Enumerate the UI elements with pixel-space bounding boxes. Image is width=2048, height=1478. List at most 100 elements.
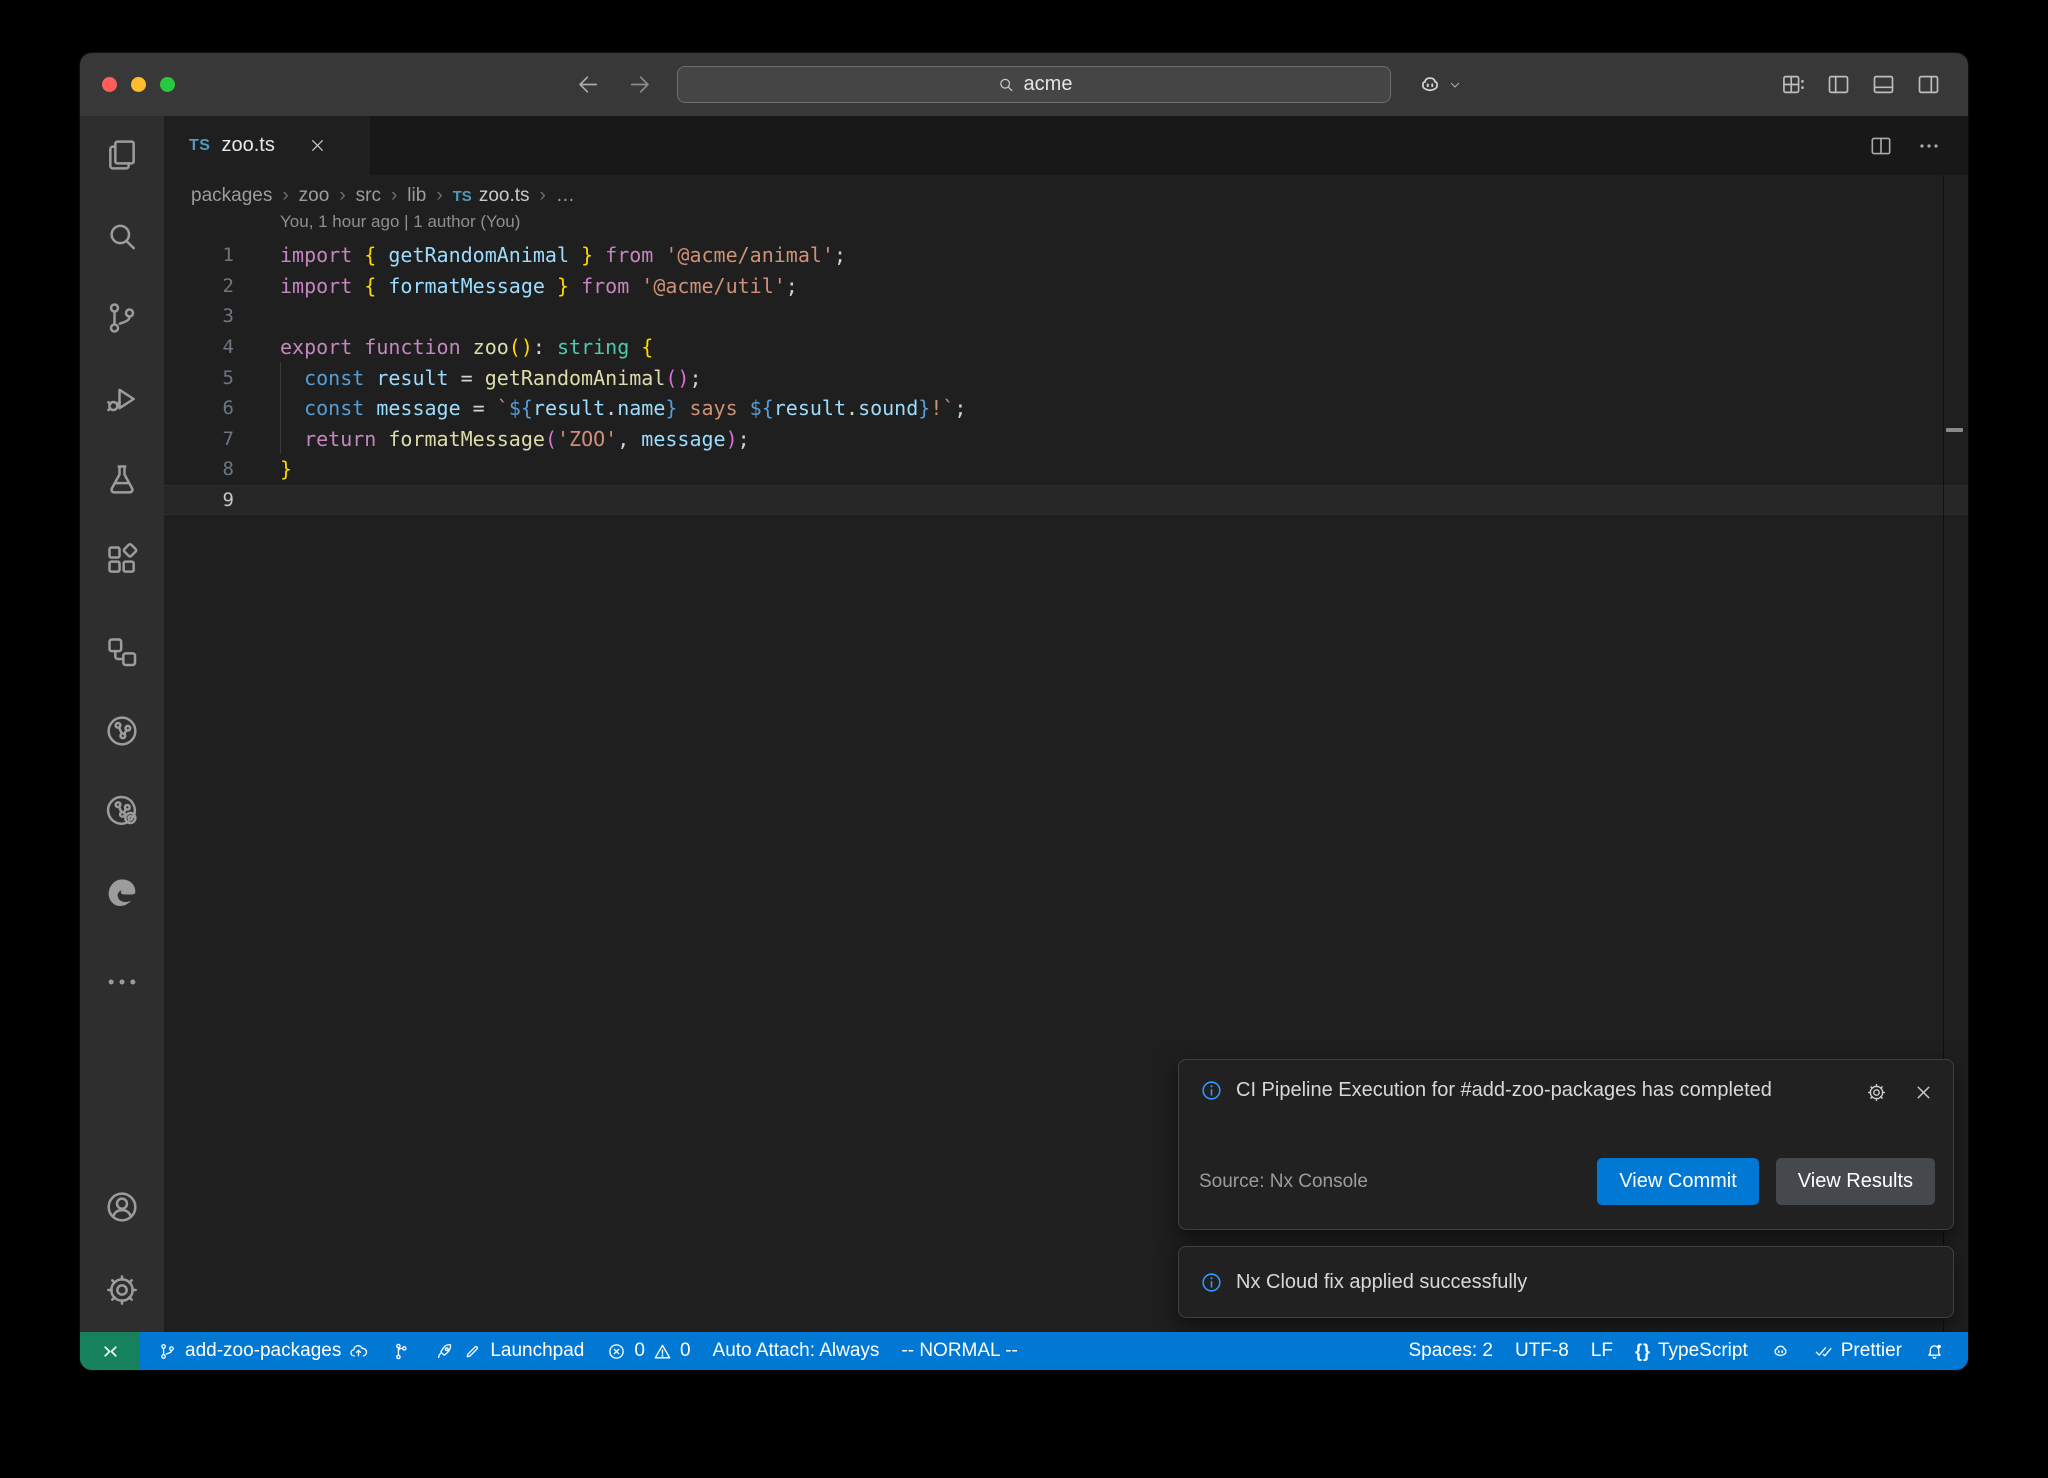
warning-triangle-icon bbox=[652, 1341, 673, 1362]
view-results-button[interactable]: View Results bbox=[1776, 1158, 1935, 1205]
breadcrumb-item[interactable]: lib bbox=[407, 185, 426, 207]
breadcrumb-item[interactable]: zoo bbox=[299, 185, 330, 207]
code-line[interactable]: 8} bbox=[164, 454, 1968, 485]
status-item-indentation[interactable]: Spaces: 2 bbox=[1397, 1332, 1504, 1370]
status-item-launchpad[interactable]: Launchpad bbox=[423, 1332, 595, 1370]
activity-item-explorer[interactable] bbox=[102, 135, 142, 175]
tab-zoo-ts[interactable]: TS zoo.ts bbox=[164, 116, 370, 175]
code-editor[interactable]: 1import { getRandomAnimal } from '@acme/… bbox=[164, 240, 1968, 515]
line-number: 3 bbox=[164, 305, 234, 327]
status-item-problems[interactable]: 00 bbox=[595, 1332, 701, 1370]
status-item-formatter[interactable]: Prettier bbox=[1802, 1332, 1913, 1370]
ellipsis-icon bbox=[102, 962, 142, 1002]
source-control-icon bbox=[102, 298, 142, 338]
tab-label: zoo.ts bbox=[221, 134, 274, 157]
activity-item-search[interactable] bbox=[102, 217, 142, 257]
toggle-primary-sidebar-button[interactable] bbox=[1825, 71, 1852, 98]
error-circle-icon bbox=[606, 1341, 627, 1362]
activity-item-extensions[interactable] bbox=[102, 540, 142, 580]
close-icon[interactable] bbox=[1912, 1081, 1935, 1104]
view-commit-button[interactable]: View Commit bbox=[1597, 1158, 1758, 1205]
copilot-menu-button[interactable] bbox=[1416, 53, 1463, 116]
toggle-secondary-sidebar-button[interactable] bbox=[1915, 71, 1942, 98]
activity-item-manage[interactable] bbox=[102, 1270, 142, 1310]
notification-toast: Nx Cloud fix applied successfully bbox=[1178, 1246, 1954, 1318]
status-item-notifications-bell[interactable] bbox=[1913, 1332, 1956, 1370]
activity-item-testing[interactable] bbox=[102, 459, 142, 499]
activity-item-run-and-debug[interactable] bbox=[102, 379, 142, 419]
traffic-light-close[interactable] bbox=[102, 77, 117, 92]
more-actions-button[interactable] bbox=[1916, 133, 1942, 159]
remote-indicator[interactable] bbox=[80, 1332, 140, 1370]
copilot-icon bbox=[1416, 71, 1444, 99]
breadcrumb-separator: › bbox=[282, 185, 288, 207]
forward-button[interactable] bbox=[626, 71, 653, 98]
traffic-light-zoom[interactable] bbox=[160, 77, 175, 92]
search-icon bbox=[996, 75, 1016, 95]
breadcrumb-item[interactable]: … bbox=[556, 185, 575, 207]
code-line[interactable]: 1import { getRandomAnimal } from '@acme/… bbox=[164, 240, 1968, 271]
breadcrumb-separator: › bbox=[339, 185, 345, 207]
back-button[interactable] bbox=[575, 71, 602, 98]
status-item-label: Launchpad bbox=[490, 1340, 584, 1362]
activity-item-accounts[interactable] bbox=[102, 1187, 142, 1227]
code-line-content: return formatMessage('ZOO', message); bbox=[234, 427, 750, 451]
code-lens-blame[interactable]: You, 1 hour ago | 1 author (You) bbox=[280, 212, 520, 232]
status-item-label: 0 bbox=[634, 1340, 645, 1362]
account-icon bbox=[102, 1187, 142, 1227]
activity-item-nx-cloud[interactable] bbox=[102, 790, 142, 830]
toggle-panel-button[interactable] bbox=[1870, 71, 1897, 98]
code-line[interactable]: 3 bbox=[164, 301, 1968, 332]
code-line[interactable]: 5 const result = getRandomAnimal(); bbox=[164, 362, 1968, 393]
split-editor-button[interactable] bbox=[1868, 133, 1894, 159]
notification-message: CI Pipeline Execution for #add-zoo-packa… bbox=[1236, 1073, 1772, 1108]
nx-cloud-icon bbox=[102, 790, 142, 830]
rocket-icon bbox=[434, 1341, 455, 1362]
code-line[interactable]: 6 const message = `${result.name} says $… bbox=[164, 393, 1968, 424]
close-icon[interactable] bbox=[307, 135, 328, 156]
traffic-lights bbox=[102, 53, 175, 116]
status-item-encoding[interactable]: UTF-8 bbox=[1504, 1332, 1580, 1370]
breadcrumb-item[interactable]: packages bbox=[191, 185, 272, 207]
breadcrumb-separator: › bbox=[391, 185, 397, 207]
breadcrumb-item[interactable]: src bbox=[356, 185, 381, 207]
code-line-content: const message = `${result.name} says ${r… bbox=[234, 396, 966, 420]
status-item-nx-ci-pipeline[interactable] bbox=[380, 1332, 423, 1370]
customize-layout-button[interactable] bbox=[1780, 71, 1807, 98]
breadcrumb-item[interactable]: TSzoo.ts bbox=[453, 185, 530, 207]
activity-item-edge-tools[interactable] bbox=[102, 871, 142, 911]
brackets-icon: {} bbox=[1635, 1341, 1651, 1362]
activity-item-additional-views[interactable] bbox=[102, 962, 142, 1002]
line-number: 6 bbox=[164, 397, 234, 419]
code-line[interactable]: 4export function zoo(): string { bbox=[164, 332, 1968, 363]
tab-bar: TS zoo.ts bbox=[164, 116, 1968, 175]
breadcrumb-separator: › bbox=[436, 185, 442, 207]
activity-item-references[interactable] bbox=[102, 632, 142, 672]
code-line[interactable]: 2import { formatMessage } from '@acme/ut… bbox=[164, 271, 1968, 302]
line-number: 1 bbox=[164, 244, 234, 266]
activity-item-source-control[interactable] bbox=[102, 298, 142, 338]
status-item-auto-attach[interactable]: Auto Attach: Always bbox=[702, 1332, 891, 1370]
references-icon bbox=[102, 632, 142, 672]
status-item-vim-mode[interactable]: -- NORMAL -- bbox=[890, 1332, 1028, 1370]
status-item-git-branch[interactable]: add-zoo-packages bbox=[146, 1332, 380, 1370]
search-icon bbox=[102, 217, 142, 257]
code-line-content: export function zoo(): string { bbox=[234, 335, 653, 359]
notification-source: Source: Nx Console bbox=[1199, 1171, 1368, 1193]
status-item-language-mode[interactable]: {}TypeScript bbox=[1624, 1332, 1759, 1370]
status-item-eol[interactable]: LF bbox=[1580, 1332, 1624, 1370]
status-item-copilot-status[interactable] bbox=[1759, 1332, 1802, 1370]
status-item-label: add-zoo-packages bbox=[185, 1340, 341, 1362]
pipeline-icon bbox=[391, 1341, 412, 1362]
status-item-label: LF bbox=[1591, 1340, 1613, 1362]
gear-icon[interactable] bbox=[1865, 1081, 1888, 1104]
activity-item-nx-console[interactable] bbox=[102, 711, 142, 751]
command-center-search[interactable]: acme bbox=[677, 66, 1391, 103]
traffic-light-minimize[interactable] bbox=[131, 77, 146, 92]
code-line[interactable]: 7 return formatMessage('ZOO', message); bbox=[164, 424, 1968, 455]
line-number: 5 bbox=[164, 367, 234, 389]
extensions-icon bbox=[102, 540, 142, 580]
code-line[interactable]: 9 bbox=[164, 485, 1968, 516]
search-value: acme bbox=[1024, 73, 1073, 96]
typescript-file-icon: TS bbox=[453, 188, 472, 205]
